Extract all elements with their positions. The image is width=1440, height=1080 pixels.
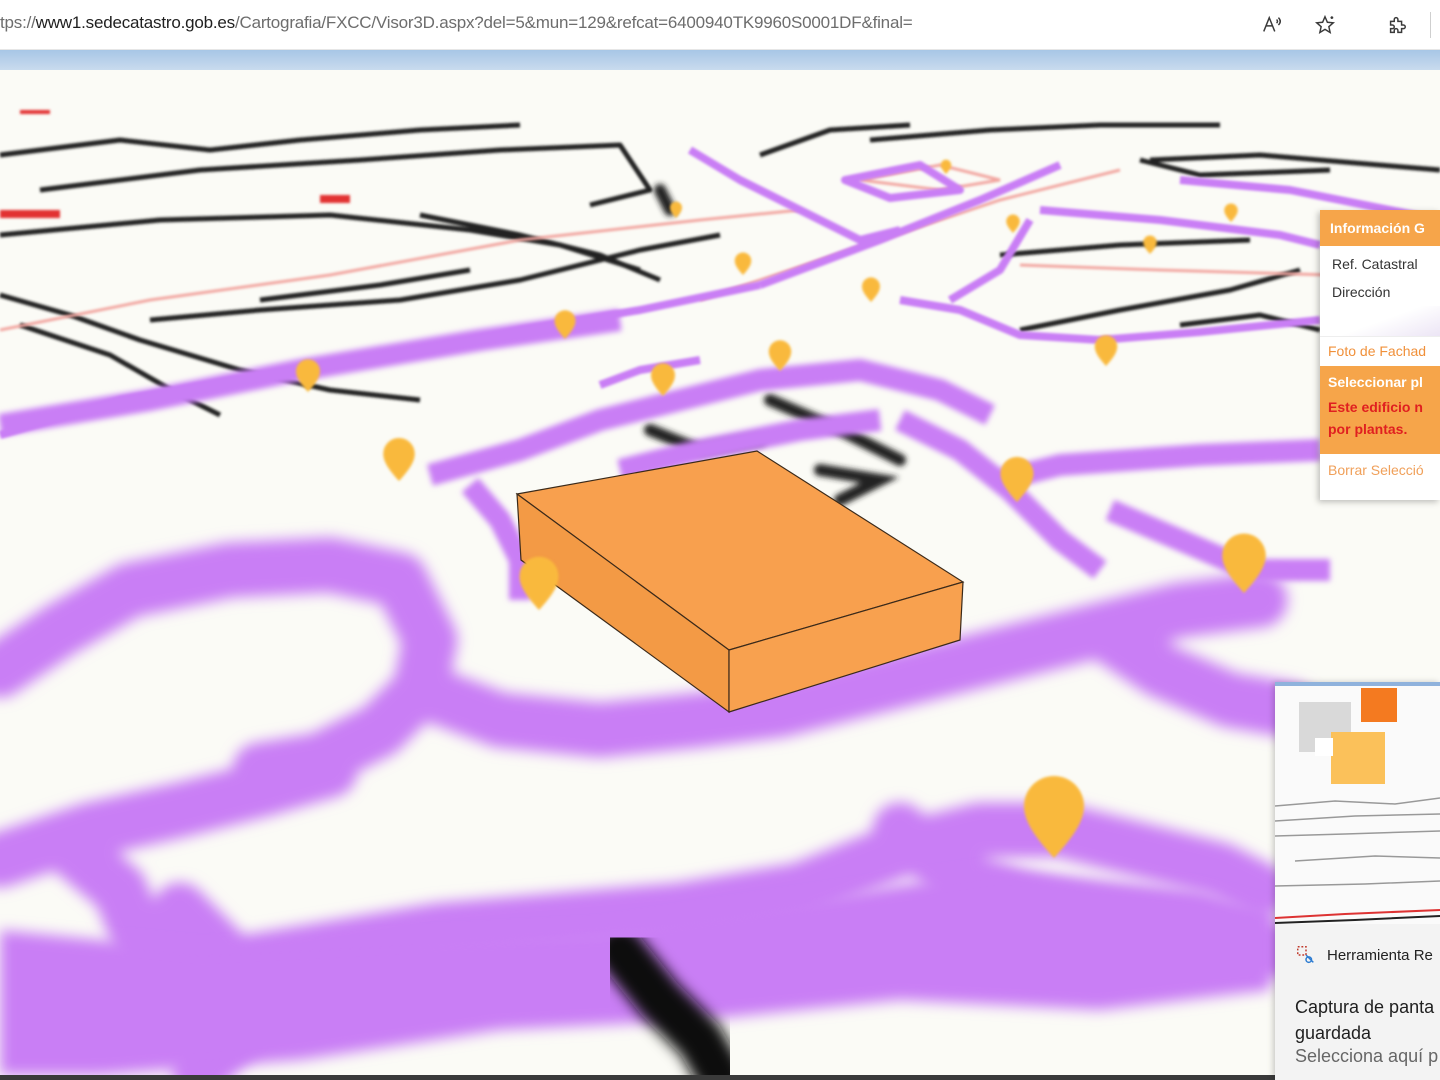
cadastral-3d-scene[interactable] <box>0 70 1440 1075</box>
screenshot-thumbnail[interactable] <box>1275 682 1440 924</box>
notification-app: Herramienta Re <box>1295 944 1433 966</box>
url-prefix: tps:// <box>0 13 36 32</box>
toolbar-divider <box>1430 12 1431 38</box>
notification-subtitle: Selecciona aquí p <box>1295 1046 1439 1066</box>
read-aloud-icon[interactable] <box>1255 8 1289 42</box>
extensions-icon[interactable] <box>1380 8 1414 42</box>
map-marker-icon <box>734 252 752 275</box>
page-header-strip <box>0 50 1440 70</box>
floors-warning: Este edificio n por plantas. <box>1328 396 1440 440</box>
notification-app-name: Herramienta Re <box>1327 946 1433 964</box>
map-marker-icon <box>1224 203 1238 222</box>
address-label: Dirección <box>1332 284 1391 300</box>
map-marker-icon <box>1006 214 1020 233</box>
floors-warning-line1: Este edificio n <box>1328 399 1423 415</box>
map-marker-icon <box>1094 335 1118 366</box>
notification-title: Captura de panta guardada <box>1295 994 1440 1046</box>
map-marker-icon <box>383 437 415 481</box>
taskbar-edge <box>0 1075 1440 1080</box>
notification-title-line1: Captura de panta <box>1295 997 1435 1017</box>
screenshot-notification[interactable]: Herramienta Re Captura de panta guardada… <box>1275 682 1440 1080</box>
url-field[interactable]: tps://www1.sedecatastro.gob.es/Cartograf… <box>0 13 913 33</box>
url-host: www1.sedecatastro.gob.es <box>35 13 236 32</box>
notification-title-line2: guardada <box>1295 1023 1372 1043</box>
map-marker-icon <box>862 277 880 302</box>
floors-warning-line2: por plantas. <box>1328 421 1408 437</box>
panel-header: Información G <box>1320 210 1440 246</box>
favorite-star-icon[interactable] <box>1308 8 1342 42</box>
panel-spacer <box>1320 306 1440 336</box>
browser-address-bar: tps://www1.sedecatastro.gob.es/Cartograf… <box>0 0 1440 50</box>
map-marker-icon <box>940 159 952 174</box>
ref-catastral-label: Ref. Catastral <box>1332 256 1418 272</box>
snipping-tool-icon <box>1297 946 1314 964</box>
select-floors-title[interactable]: Seleccionar pl <box>1328 374 1440 390</box>
clear-selection-link[interactable]: Borrar Selecció <box>1320 454 1440 478</box>
map-marker-icon <box>1143 235 1157 254</box>
3d-map-viewport[interactable] <box>0 70 1440 1075</box>
cadastral-info-panel: Información G Ref. Catastral Dirección F… <box>1320 210 1440 500</box>
select-floors-section: Seleccionar pl Este edificio n por plant… <box>1320 366 1440 454</box>
url-path: /Cartografia/FXCC/Visor3D.aspx?del=5&mun… <box>234 13 913 32</box>
map-marker-icon <box>519 556 559 610</box>
facade-photo-link[interactable]: Foto de Fachad <box>1320 336 1440 366</box>
